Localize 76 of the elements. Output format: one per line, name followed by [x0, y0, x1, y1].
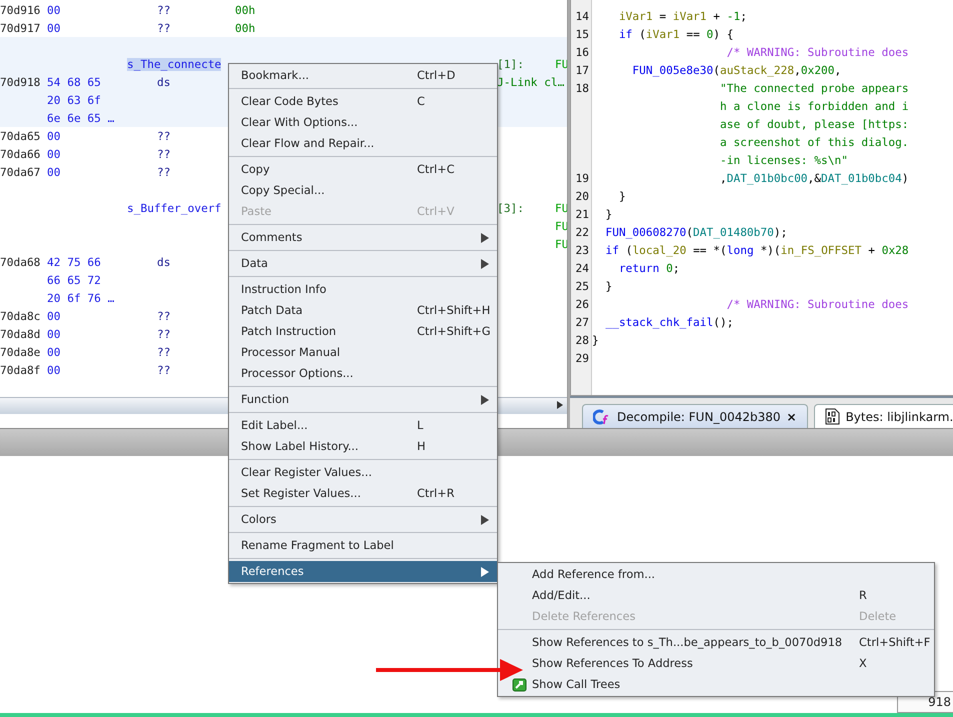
- code-line: iVar1 = iVar1 + -1;: [618, 10, 747, 23]
- bytes-text: 00: [47, 130, 62, 142]
- bytes-text: 42 75 66: [47, 256, 102, 268]
- line-number: 17: [576, 64, 589, 77]
- code-line: a screenshot of this dialog.: [718, 136, 909, 149]
- line-number: 19: [576, 172, 589, 185]
- line-number: 14: [576, 10, 589, 23]
- mnemonic-text: ??: [157, 130, 172, 142]
- code-line: /* WARNING: Subroutine does: [726, 298, 909, 311]
- mnemonic-text: ??: [157, 346, 172, 358]
- mnemonic-text: ??: [157, 4, 172, 16]
- code-line: ,DAT_01b0bc00,&DAT_01b0bc04): [718, 172, 909, 185]
- code-line: }: [618, 190, 626, 203]
- line-number: 20: [576, 190, 589, 203]
- address-text: 70da8d: [0, 328, 42, 340]
- string-preview-text: J-Link cl…: [497, 76, 564, 88]
- xref-text: [1]:: [497, 58, 524, 70]
- bytes-text: 54 68 65: [47, 76, 102, 88]
- address-text: 70da8f: [0, 364, 42, 376]
- bytes-text: 20 6f 76 …: [47, 292, 116, 304]
- mnemonic-text: ds: [157, 256, 172, 268]
- line-number: 27: [576, 316, 589, 329]
- line-number: 18: [576, 82, 589, 95]
- bytes-text: 00: [47, 328, 62, 340]
- address-text: 70da8c: [0, 310, 42, 322]
- address-text: 70d916: [0, 4, 42, 16]
- mnemonic-text: ??: [157, 310, 172, 322]
- code-line: "The connected probe appears: [718, 82, 909, 95]
- mnemonic-text: ??: [157, 166, 172, 178]
- line-number: 21: [576, 208, 589, 221]
- code-line: if (iVar1 == 0) {: [618, 28, 734, 41]
- address-text: 70da67: [0, 166, 42, 178]
- mnemonic-text: ds: [157, 76, 172, 88]
- code-line: -in licenses: %s\n": [718, 154, 848, 167]
- address-text: 70da68: [0, 256, 42, 268]
- line-number: 22: [576, 226, 589, 239]
- bytes-text: 00: [47, 364, 62, 376]
- line-number: 23: [576, 244, 589, 257]
- code-line: FUN_00608270(DAT_01480b70);: [604, 226, 788, 239]
- bytes-text: 00: [47, 4, 62, 16]
- address-text: 70da66: [0, 148, 42, 160]
- bytes-text: 00: [47, 310, 62, 322]
- address-text: 70da8e: [0, 346, 42, 358]
- code-line: ase of doubt, please [https:: [718, 118, 909, 131]
- line-number: 24: [576, 262, 589, 275]
- bytes-text: 6e 6e 65 …: [47, 112, 116, 124]
- line-number: 16: [576, 46, 589, 59]
- code-line: }: [592, 334, 599, 347]
- code-line: /* WARNING: Subroutine does: [726, 46, 909, 59]
- code-line: h a clone is forbidden and i: [718, 100, 909, 113]
- mnemonic-text: ??: [157, 148, 172, 160]
- bytes-text: 00: [47, 166, 62, 178]
- operand-text: 00h: [235, 4, 256, 16]
- code-line: }: [604, 208, 612, 221]
- bytes-text: 00: [47, 22, 62, 34]
- code-line: }: [604, 280, 612, 293]
- operand-text: 00h: [235, 22, 256, 34]
- mnemonic-text: ??: [157, 328, 172, 340]
- line-number: 29: [576, 352, 589, 365]
- address-text: 70d918: [0, 76, 42, 88]
- code-line: __stack_chk_fail();: [604, 316, 734, 329]
- address-text: 70da65: [0, 130, 42, 142]
- code-line: FUN_005e8e30(auStack_228,0x200,: [631, 64, 842, 77]
- mnemonic-text: ??: [157, 364, 172, 376]
- bytes-text: 00: [47, 148, 62, 160]
- line-number: 26: [576, 298, 589, 311]
- bytes-text: 00: [47, 346, 62, 358]
- address-text: 70d917: [0, 22, 42, 34]
- code-line: if (local_20 == *(long *)(in_FS_OFFSET + 0x28: [604, 244, 909, 257]
- bytes-text: 20 63 6f: [47, 94, 102, 106]
- xref-text: [3]:: [497, 202, 524, 214]
- code-line: return 0;: [618, 262, 680, 275]
- line-number: 25: [576, 280, 589, 293]
- mnemonic-text: ??: [157, 22, 172, 34]
- line-number: 28: [576, 334, 589, 347]
- line-number: 15: [576, 28, 589, 41]
